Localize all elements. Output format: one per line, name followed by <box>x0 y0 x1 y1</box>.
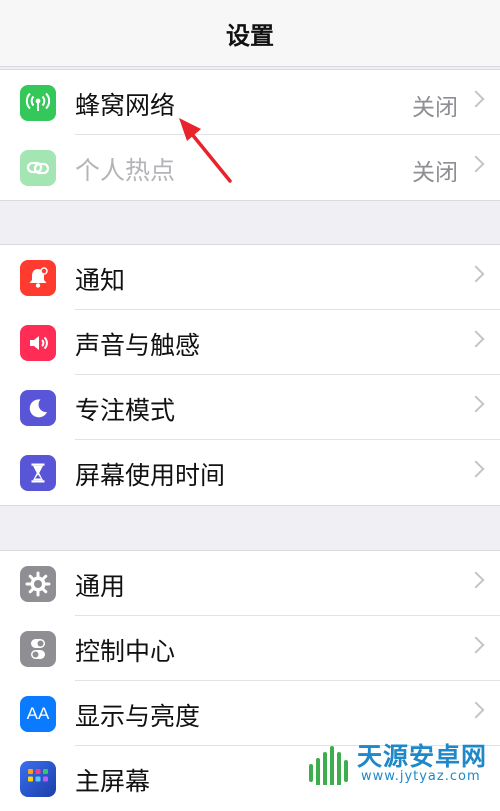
watermark-url: www.jytyaz.com <box>361 769 481 784</box>
hotspot-link-icon <box>20 150 56 186</box>
settings-row-personal-hotspot[interactable]: 个人热点 关闭 <box>0 135 500 200</box>
chevron-right-icon <box>467 701 485 719</box>
row-label: 通知 <box>75 266 126 295</box>
moon-icon <box>20 390 56 426</box>
settings-row-notifications[interactable]: 通知 <box>0 245 500 310</box>
toggle-switches-icon <box>20 631 56 667</box>
row-label: 显示与亮度 <box>75 702 201 731</box>
row-value: 关闭 <box>412 95 458 121</box>
settings-row-cellular[interactable]: 蜂窝网络 关闭 <box>0 70 500 135</box>
row-label: 个人热点 <box>75 156 176 185</box>
chevron-right-icon <box>467 395 485 413</box>
home-grid-icon <box>20 761 56 797</box>
chevron-right-icon <box>467 330 485 348</box>
row-label: 蜂窝网络 <box>75 91 176 120</box>
network-group: 蜂窝网络 关闭 个人热点 关闭 <box>0 69 500 201</box>
row-label: 控制中心 <box>75 637 176 666</box>
page-title: 设置 <box>226 22 274 50</box>
chevron-right-icon <box>467 90 485 108</box>
row-label: 专注模式 <box>75 396 176 425</box>
cellular-antenna-icon <box>20 85 56 121</box>
android-logo-icon <box>309 746 348 785</box>
text-size-icon: AA <box>20 696 56 732</box>
bell-icon <box>20 260 56 296</box>
chevron-right-icon <box>467 636 485 654</box>
chevron-right-icon <box>467 155 485 173</box>
row-label: 主屏幕 <box>75 767 151 796</box>
watermark: 天源安卓网 www.jytyaz.com <box>305 735 500 790</box>
hourglass-icon <box>20 455 56 491</box>
settings-row-focus[interactable]: 专注模式 <box>0 375 500 440</box>
row-label: 屏幕使用时间 <box>75 461 226 490</box>
chevron-right-icon <box>467 265 485 283</box>
row-value: 关闭 <box>412 160 458 186</box>
navigation-bar: 设置 <box>0 0 500 67</box>
gear-icon <box>20 566 56 602</box>
speaker-icon <box>20 325 56 361</box>
chevron-right-icon <box>467 460 485 478</box>
chevron-right-icon <box>467 571 485 589</box>
notifications-group: 通知 声音与触感 专注模式 屏幕使用时间 <box>0 244 500 506</box>
settings-row-control-center[interactable]: 控制中心 <box>0 616 500 681</box>
settings-row-general[interactable]: 通用 <box>0 551 500 616</box>
settings-row-screen-time[interactable]: 屏幕使用时间 <box>0 440 500 505</box>
row-label: 通用 <box>75 572 126 601</box>
text-size-glyph: AA <box>26 704 50 723</box>
row-label: 声音与触感 <box>75 331 201 360</box>
watermark-title: 天源安卓网 <box>357 742 488 771</box>
settings-row-sounds-haptics[interactable]: 声音与触感 <box>0 310 500 375</box>
